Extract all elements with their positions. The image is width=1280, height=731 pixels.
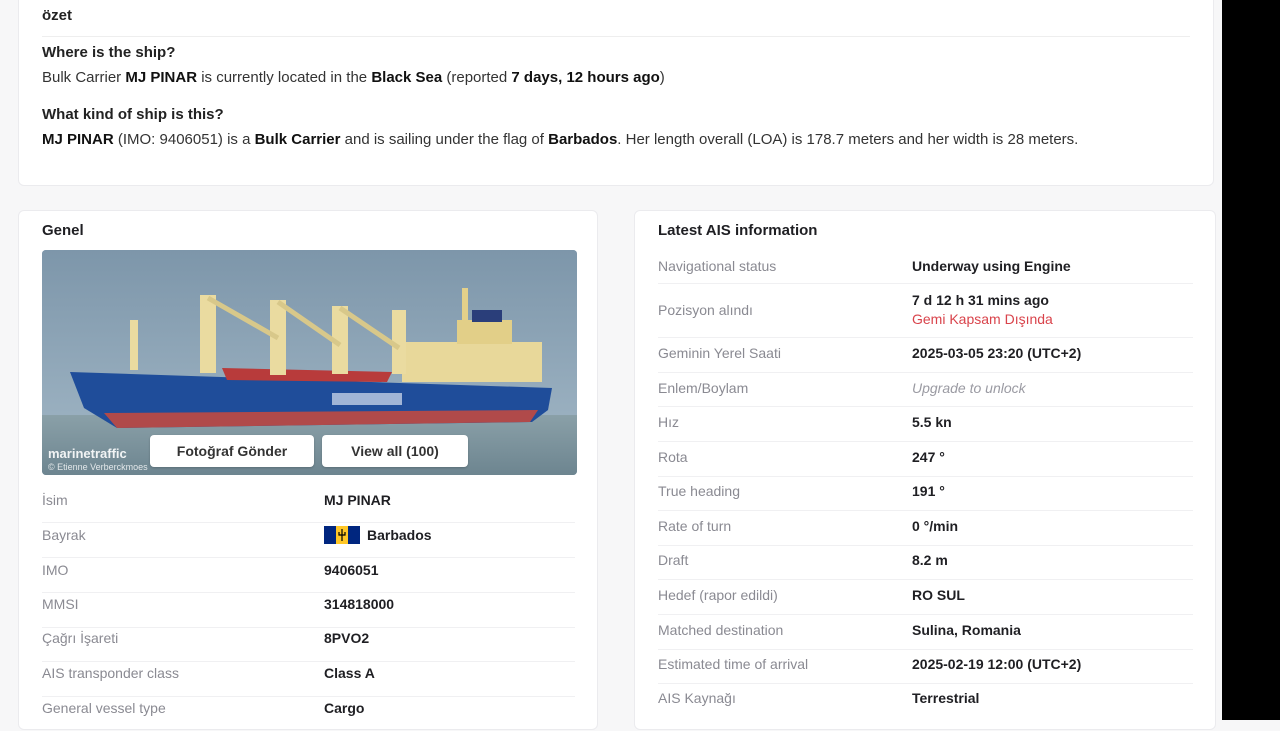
row-key: Bayrak xyxy=(42,527,86,543)
ship-photo[interactable]: marinetraffic © Etienne Verberckmoes Fot… xyxy=(42,250,577,475)
row-key: Draft xyxy=(658,552,689,568)
ais-row-speed: Hız 5.5 kn xyxy=(658,407,1193,442)
row-key: Hedef (rapor edildi) xyxy=(658,587,778,603)
row-key: Enlem/Boylam xyxy=(658,380,749,396)
kind-text-1: (IMO: 9406051) is a xyxy=(113,131,255,148)
row-key: İsim xyxy=(42,492,68,508)
photo-watermark: marinetraffic xyxy=(48,446,127,461)
send-photo-button[interactable]: Fotoğraf Gönder xyxy=(150,435,314,467)
kind-answer: MJ PINAR (IMO: 9406051) is a Bulk Carrie… xyxy=(42,130,1192,150)
where-text-2: is currently located in the xyxy=(197,69,372,86)
ais-row-true-heading: True heading 191 ° xyxy=(658,477,1193,511)
where-text-1: Bulk Carrier xyxy=(42,69,126,86)
black-side-bar xyxy=(1222,0,1280,720)
kind-text-3: . Her length overall (LOA) is 178.7 mete… xyxy=(617,131,1079,148)
photo-credit: © Etienne Verberckmoes xyxy=(48,462,148,472)
row-value: 5.5 kn xyxy=(912,414,952,430)
ais-row-source: AIS Kaynağı Terrestrial xyxy=(658,684,1193,719)
where-text-4: ) xyxy=(659,69,665,86)
kind-text-2: and is sailing under the flag of xyxy=(340,131,549,148)
row-value: Cargo xyxy=(324,700,365,716)
summary-divider xyxy=(42,36,1190,37)
row-key: True heading xyxy=(658,483,740,499)
kind-question: What kind of ship is this? xyxy=(42,106,224,123)
summary-card: özet Where is the ship? Bulk Carrier MJ … xyxy=(18,0,1214,186)
row-value: 2025-02-19 12:00 (UTC+2) xyxy=(912,656,1082,672)
kind-ship-name: MJ PINAR xyxy=(42,131,114,148)
ais-row-matched-destination: Matched destination Sulina, Romania xyxy=(658,615,1193,650)
where-question: Where is the ship? xyxy=(42,44,176,61)
ais-row-local-time: Geminin Yerel Saati 2025-03-05 23:20 (UT… xyxy=(658,338,1193,373)
genel-card: Genel marinetraffic © Etienne Verberckmo… xyxy=(18,210,598,730)
row-key: Rota xyxy=(658,449,688,465)
row-value: 8PVO2 xyxy=(324,630,370,646)
where-ship-name: MJ PINAR xyxy=(125,69,198,86)
row-value: 2025-03-05 23:20 (UTC+2) xyxy=(912,345,1082,361)
row-value: Barbados xyxy=(367,527,432,543)
row-key: Hız xyxy=(658,414,679,430)
genel-row-name: İsim MJ PINAR xyxy=(42,489,575,523)
row-value: Class A xyxy=(324,665,375,681)
row-key: Navigational status xyxy=(658,258,777,274)
ais-row-rate-of-turn: Rate of turn 0 °/min xyxy=(658,511,1193,546)
where-reported: 7 days, 12 hours ago xyxy=(511,69,660,86)
row-key: IMO xyxy=(42,562,69,578)
row-value: 247 ° xyxy=(912,449,945,465)
out-of-coverage-warning: Gemi Kapsam Dışında xyxy=(912,311,1053,327)
ais-row-course: Rota 247 ° xyxy=(658,442,1193,477)
row-key: Çağrı İşareti xyxy=(42,630,119,646)
barbados-flag-icon xyxy=(324,526,360,544)
row-key: Estimated time of arrival xyxy=(658,656,809,672)
row-key: Geminin Yerel Saati xyxy=(658,345,781,361)
where-answer: Bulk Carrier MJ PINAR is currently locat… xyxy=(42,68,1192,88)
row-value: RO SUL xyxy=(912,587,965,603)
row-value: Terrestrial xyxy=(912,690,980,706)
summary-section-label: özet xyxy=(42,7,72,24)
ais-row-latlon: Enlem/Boylam Upgrade to unlock xyxy=(658,373,1193,407)
where-location: Black Sea xyxy=(371,69,443,86)
row-key: Matched destination xyxy=(658,622,784,638)
genel-row-vessel-type: General vessel type Cargo xyxy=(42,697,575,731)
view-all-photos-button[interactable]: View all (100) xyxy=(322,435,468,467)
row-key: AIS Kaynağı xyxy=(658,690,736,706)
row-value: Underway using Engine xyxy=(912,258,1071,274)
row-value: MJ PINAR xyxy=(324,492,391,508)
row-value: 9406051 xyxy=(324,562,379,578)
genel-row-flag: Bayrak Barbados xyxy=(42,523,575,558)
row-value: 314818000 xyxy=(324,596,395,612)
ais-row-reported-destination: Hedef (rapor edildi) RO SUL xyxy=(658,580,1193,615)
genel-row-mmsi: MMSI 314818000 xyxy=(42,593,575,628)
row-value: Sulina, Romania xyxy=(912,622,1021,638)
where-text-3: (reported xyxy=(442,69,512,86)
kind-flag: Barbados xyxy=(548,131,618,148)
ais-title: Latest AIS information xyxy=(658,222,818,239)
row-value: 7 d 12 h 31 mins ago xyxy=(912,292,1049,308)
ais-row-draft: Draft 8.2 m xyxy=(658,546,1193,580)
ais-row-nav-status: Navigational status Underway using Engin… xyxy=(658,250,1193,284)
ais-row-eta: Estimated time of arrival 2025-02-19 12:… xyxy=(658,650,1193,684)
row-value: 8.2 m xyxy=(912,552,948,568)
genel-row-callsign: Çağrı İşareti 8PVO2 xyxy=(42,628,575,662)
genel-row-ais-class: AIS transponder class Class A xyxy=(42,662,575,697)
row-key: MMSI xyxy=(42,596,79,612)
row-key: General vessel type xyxy=(42,700,166,716)
row-value: 0 °/min xyxy=(912,518,959,534)
ais-card: Latest AIS information Navigational stat… xyxy=(634,210,1216,730)
genel-row-imo: IMO 9406051 xyxy=(42,558,575,593)
kind-ship-type: Bulk Carrier xyxy=(254,131,341,148)
upgrade-to-unlock-link[interactable]: Upgrade to unlock xyxy=(912,380,1026,396)
row-value: 191 ° xyxy=(912,483,945,499)
row-key: Pozisyon alındı xyxy=(658,302,753,318)
row-key: AIS transponder class xyxy=(42,665,179,681)
ais-row-position-received: Pozisyon alındı 7 d 12 h 31 mins ago Gem… xyxy=(658,284,1193,338)
genel-title: Genel xyxy=(42,222,84,239)
row-key: Rate of turn xyxy=(658,518,732,534)
